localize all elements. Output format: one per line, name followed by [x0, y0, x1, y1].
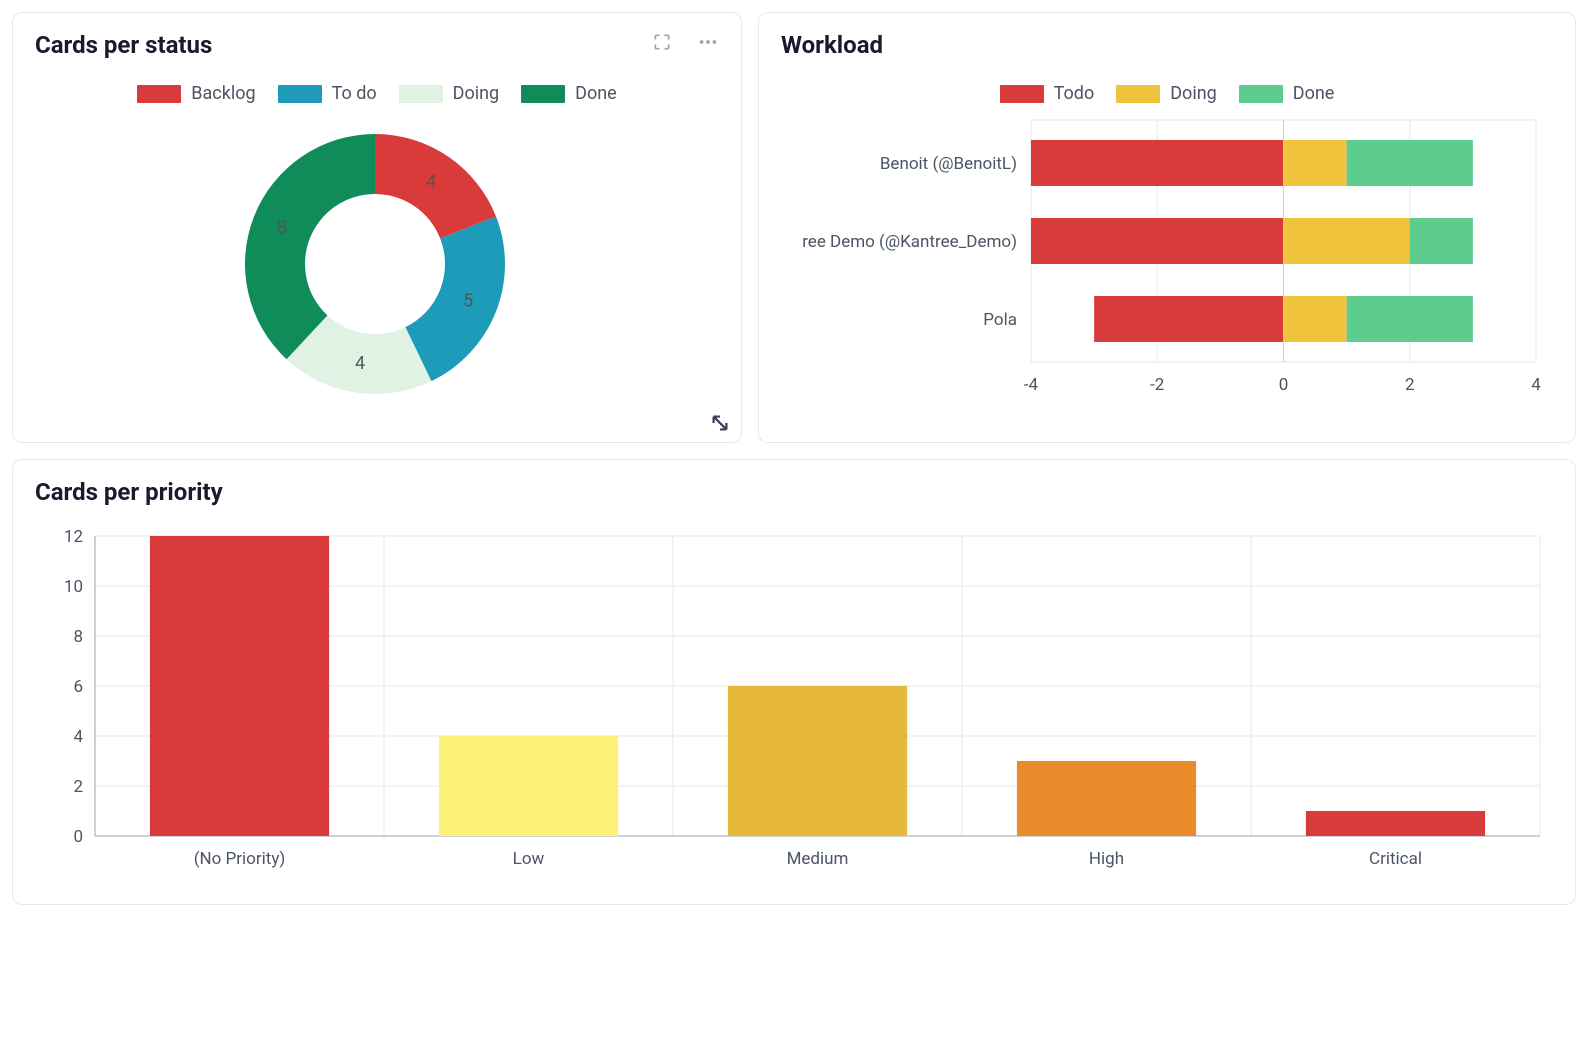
- axis-tick-label: 2: [73, 777, 83, 797]
- legend-item[interactable]: Done: [1239, 83, 1335, 104]
- axis-category-label: (No Priority): [194, 849, 286, 869]
- more-icon[interactable]: [697, 31, 719, 53]
- bar-segment[interactable]: [1284, 218, 1410, 264]
- bar-segment[interactable]: [1347, 140, 1473, 186]
- donut-segment[interactable]: [405, 217, 505, 382]
- panel-title: Cards per priority: [35, 478, 1553, 506]
- legend-label: Done: [1293, 83, 1335, 104]
- legend-swatch: [137, 85, 181, 103]
- expand-icon[interactable]: [651, 31, 673, 53]
- axis-category-label: Medium: [787, 849, 849, 869]
- axis-tick-label: 4: [1531, 375, 1541, 395]
- panel-title: Workload: [781, 31, 1553, 59]
- axis-category-label: Benoit (@BenoitL): [880, 154, 1017, 174]
- bar[interactable]: [439, 736, 618, 836]
- bar-segment[interactable]: [1410, 218, 1473, 264]
- priority-chart: 0 2 4 6 8 10 12 (No Priority) Low Medium High Criti…: [35, 516, 1555, 886]
- legend-item[interactable]: Doing: [399, 83, 500, 104]
- bar-segment[interactable]: [1284, 296, 1347, 342]
- legend-label: Todo: [1054, 83, 1095, 104]
- legend-item[interactable]: To do: [278, 83, 377, 104]
- donut-chart: 4 5 4 8: [35, 114, 715, 414]
- panel-cards-per-status: Cards per status Backlog To do Doing Done 4…: [12, 12, 742, 443]
- axis-tick-label: 4: [73, 727, 83, 747]
- chart-legend: Backlog To do Doing Done: [35, 69, 719, 114]
- axis-tick-label: 12: [64, 527, 83, 547]
- axis-category-label: ree Demo (@Kantree_Demo): [802, 232, 1017, 252]
- bar[interactable]: [728, 686, 907, 836]
- axis-tick-label: 8: [73, 627, 83, 647]
- bar[interactable]: [1306, 811, 1485, 836]
- workload-chart: -4 -2 0 2 4 Benoit (@BenoitL) ree Demo (@Kantr…: [781, 114, 1551, 424]
- legend-item[interactable]: Todo: [1000, 83, 1095, 104]
- axis-tick-label: 2: [1405, 375, 1415, 395]
- bar-segment[interactable]: [1347, 296, 1473, 342]
- legend-label: Doing: [1170, 83, 1217, 104]
- donut-segment[interactable]: [245, 134, 375, 359]
- axis-tick-label: -2: [1150, 375, 1164, 395]
- legend-item[interactable]: Doing: [1116, 83, 1217, 104]
- panel-cards-per-priority: Cards per priority 0 2 4 6 8 10 12 (No Priority…: [12, 459, 1576, 905]
- axis-tick-label: -4: [1024, 375, 1039, 395]
- legend-swatch: [1000, 85, 1044, 103]
- bar[interactable]: [150, 536, 329, 836]
- donut-value-label: 4: [426, 171, 436, 192]
- axis-tick-label: 0: [1279, 375, 1289, 395]
- axis-tick-label: 10: [64, 577, 83, 597]
- axis-category-label: Low: [513, 849, 545, 869]
- legend-label: To do: [332, 83, 377, 104]
- axis-tick-label: 0: [73, 827, 83, 847]
- chart-legend: Todo Doing Done: [781, 69, 1553, 114]
- axis-category-label: Pola: [983, 310, 1017, 330]
- bar-segment[interactable]: [1094, 296, 1283, 342]
- legend-swatch: [278, 85, 322, 103]
- legend-swatch: [521, 85, 565, 103]
- legend-swatch: [399, 85, 443, 103]
- axis-tick-label: 6: [73, 677, 83, 697]
- legend-item[interactable]: Backlog: [137, 83, 255, 104]
- bar-segment[interactable]: [1031, 218, 1284, 264]
- axis-category-label: High: [1089, 849, 1124, 869]
- legend-item[interactable]: Done: [521, 83, 617, 104]
- legend-swatch: [1116, 85, 1160, 103]
- legend-label: Done: [575, 83, 617, 104]
- donut-value-label: 8: [277, 217, 287, 238]
- axis-category-label: Critical: [1369, 849, 1422, 869]
- panel-workload: Workload Todo Doing Done -4 -2 0 2 4 Benoit (@B…: [758, 12, 1576, 443]
- donut-value-label: 5: [463, 291, 473, 312]
- panel-title: Cards per status: [35, 31, 719, 59]
- bar[interactable]: [1017, 761, 1196, 836]
- bar-segment[interactable]: [1031, 140, 1284, 186]
- resize-handle-icon[interactable]: [709, 412, 731, 434]
- donut-value-label: 4: [355, 353, 365, 374]
- legend-swatch: [1239, 85, 1283, 103]
- legend-label: Backlog: [191, 83, 255, 104]
- legend-label: Doing: [453, 83, 500, 104]
- bar-segment[interactable]: [1284, 140, 1347, 186]
